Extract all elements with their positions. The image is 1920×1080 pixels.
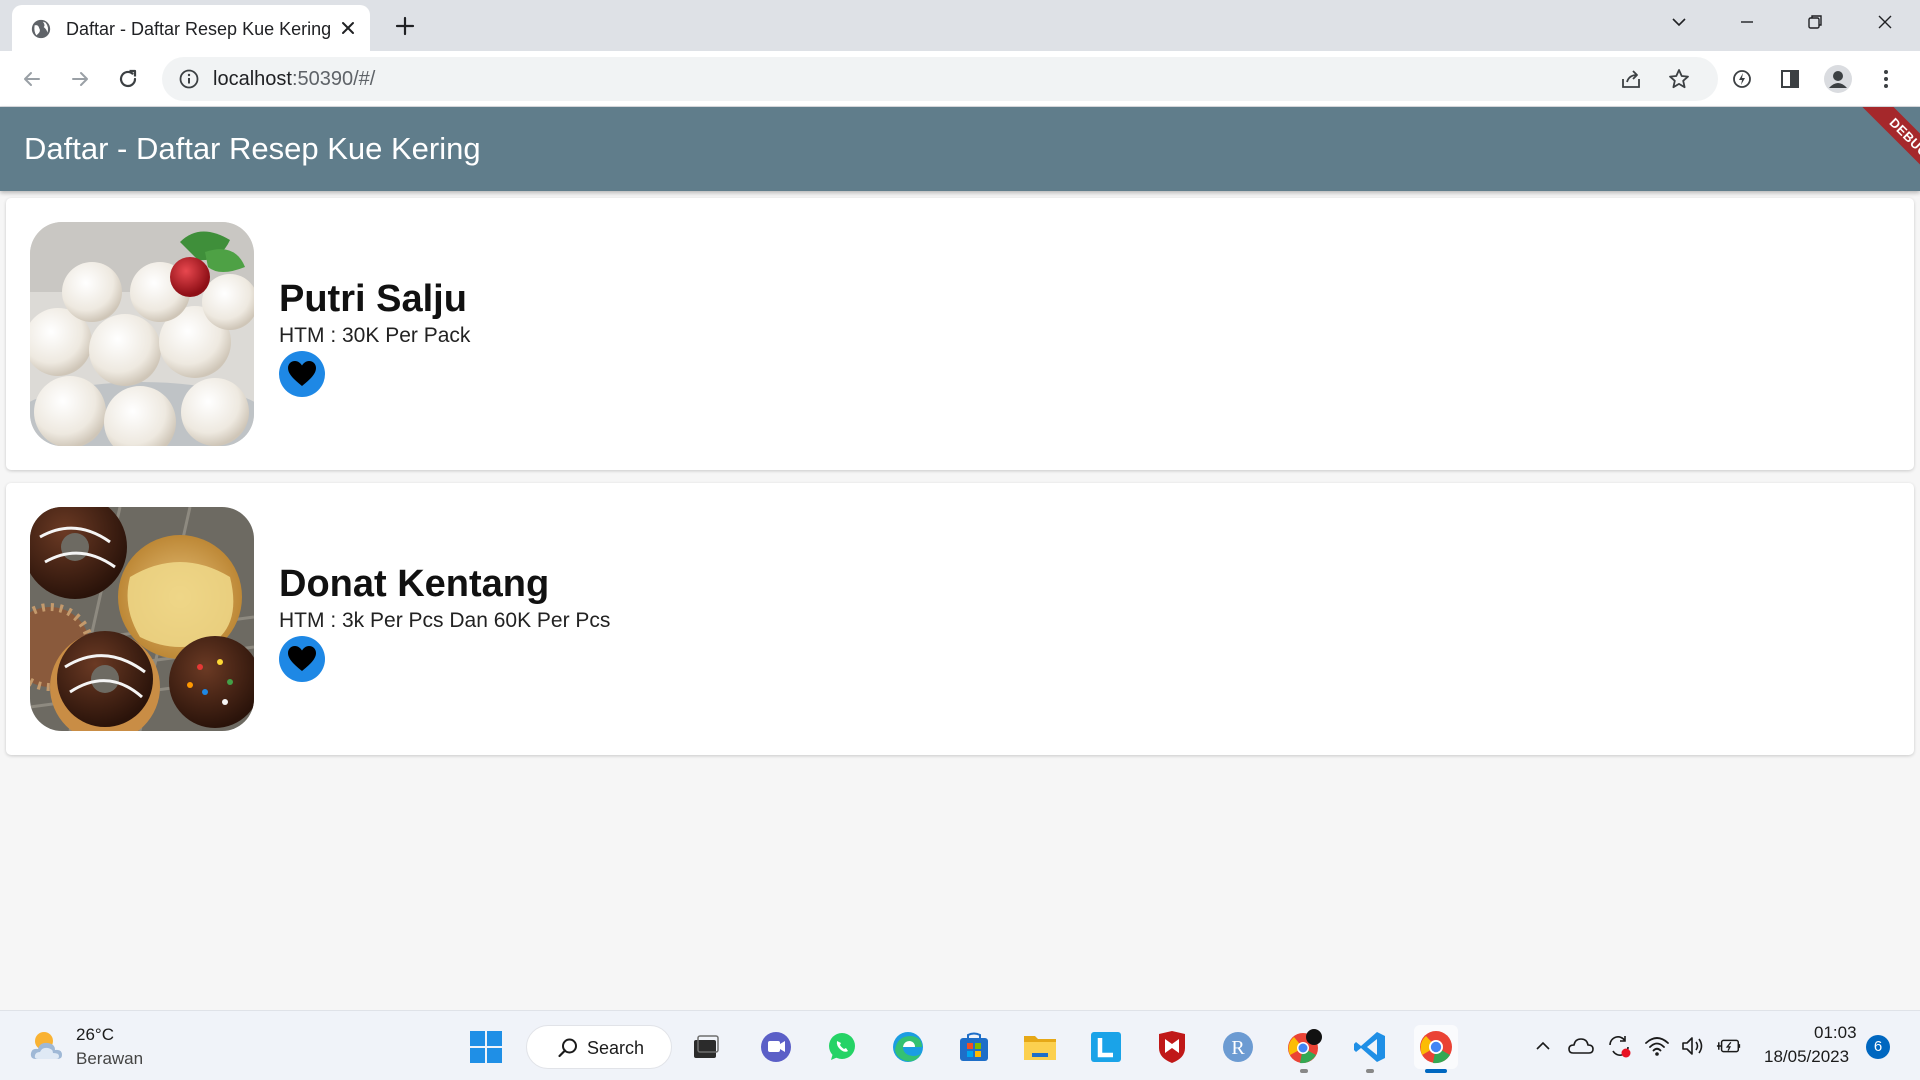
url-text[interactable]: localhost:50390/#/ bbox=[213, 68, 375, 91]
edge-icon bbox=[893, 1032, 923, 1062]
mcafee-shield-icon bbox=[1159, 1031, 1185, 1063]
volume-icon[interactable] bbox=[1680, 1033, 1706, 1059]
recipe-card[interactable]: Donat Kentang HTM : 3k Per Pcs Dan 60K P… bbox=[6, 483, 1914, 755]
globe-icon bbox=[31, 19, 51, 39]
close-icon[interactable] bbox=[338, 18, 358, 38]
heart-icon bbox=[288, 646, 316, 671]
windows-logo-icon bbox=[470, 1031, 502, 1063]
restore-icon[interactable] bbox=[1798, 9, 1832, 35]
weather-temperature: 26°C bbox=[76, 1025, 114, 1044]
side-panel-icon[interactable] bbox=[1774, 63, 1806, 95]
reload-icon[interactable] bbox=[112, 63, 144, 95]
clock-date: 18/05/2023 bbox=[1764, 1047, 1850, 1066]
search-label: Search bbox=[587, 1038, 645, 1058]
close-window-icon[interactable] bbox=[1868, 9, 1902, 35]
favorite-button[interactable] bbox=[279, 351, 325, 397]
notification-badge[interactable]: 6 bbox=[1866, 1035, 1890, 1059]
forward-arrow-icon[interactable] bbox=[64, 63, 96, 95]
bookmark-star-icon[interactable] bbox=[1666, 66, 1692, 92]
taskbar-search[interactable]: Search bbox=[526, 1025, 672, 1069]
vscode-icon bbox=[1354, 1032, 1385, 1062]
browser-tab-strip: Daftar - Daftar Resep Kue Kering bbox=[0, 0, 1920, 51]
start-button[interactable] bbox=[464, 1025, 508, 1069]
back-arrow-icon[interactable] bbox=[16, 63, 48, 95]
sync-icon[interactable] bbox=[1606, 1033, 1632, 1059]
share-icon[interactable] bbox=[1618, 66, 1644, 92]
edge-app[interactable] bbox=[886, 1025, 930, 1069]
teams-chat-app[interactable] bbox=[754, 1025, 798, 1069]
onedrive-cloud-icon[interactable] bbox=[1568, 1033, 1594, 1059]
potato-donuts-photo bbox=[30, 507, 254, 731]
performance-icon[interactable] bbox=[1726, 63, 1758, 95]
chrome-profile-icon bbox=[1288, 1029, 1322, 1064]
mcafee-app[interactable] bbox=[1150, 1025, 1194, 1069]
folder-icon bbox=[1024, 1036, 1056, 1060]
microsoft-store-app[interactable] bbox=[952, 1025, 996, 1069]
chrome-app[interactable] bbox=[1414, 1025, 1458, 1073]
wifi-icon[interactable] bbox=[1644, 1033, 1670, 1059]
url-host: localhost bbox=[213, 68, 292, 90]
new-tab-plus-icon[interactable] bbox=[392, 13, 418, 39]
weather-description: Berawan bbox=[76, 1049, 144, 1068]
store-icon bbox=[960, 1032, 988, 1061]
recipe-name: Putri Salju bbox=[279, 278, 467, 320]
lens-app[interactable] bbox=[1084, 1025, 1128, 1069]
file-explorer-app[interactable] bbox=[1018, 1025, 1062, 1069]
search-icon bbox=[558, 1038, 577, 1058]
running-indicator bbox=[1366, 1069, 1374, 1073]
debug-banner: DEBUG bbox=[1855, 107, 1920, 191]
favorite-button[interactable] bbox=[279, 636, 325, 682]
heart-icon bbox=[288, 361, 316, 386]
recipe-price: HTM : 3k Per Pcs Dan 60K Per Pcs bbox=[279, 609, 611, 632]
teams-chat-icon bbox=[761, 1032, 791, 1062]
r-app[interactable]: R bbox=[1216, 1025, 1260, 1069]
taskbar: 26°C Berawan Search R 01:03 18/05/2023 6 bbox=[0, 1010, 1920, 1080]
tab-title: Daftar - Daftar Resep Kue Kering bbox=[66, 19, 332, 39]
show-hidden-icons-chevron-icon[interactable] bbox=[1530, 1033, 1556, 1059]
running-indicator bbox=[1300, 1069, 1308, 1073]
tab-search-chevron-icon[interactable] bbox=[1662, 9, 1696, 35]
svg-text:R: R bbox=[1231, 1037, 1245, 1059]
more-menu-icon[interactable] bbox=[1870, 63, 1902, 95]
active-indicator bbox=[1425, 1069, 1447, 1073]
chrome-icon bbox=[1420, 1031, 1452, 1064]
partly-cloudy-icon bbox=[30, 1032, 62, 1059]
task-view-icon bbox=[694, 1035, 719, 1058]
url-path: :50390/#/ bbox=[291, 68, 376, 90]
browser-toolbar: localhost:50390/#/ bbox=[0, 51, 1920, 107]
profile-avatar-icon[interactable] bbox=[1822, 63, 1854, 95]
site-info-icon[interactable] bbox=[178, 68, 200, 90]
address-bar[interactable]: localhost:50390/#/ bbox=[162, 57, 1718, 101]
recipe-card[interactable]: Putri Salju HTM : 30K Per Pack bbox=[6, 198, 1914, 470]
page-title: Daftar - Daftar Resep Kue Kering bbox=[24, 131, 481, 166]
vscode-app[interactable] bbox=[1348, 1025, 1392, 1073]
app-bar: Daftar - Daftar Resep Kue Kering DEBUG bbox=[0, 107, 1920, 191]
whatsapp-icon bbox=[829, 1033, 855, 1060]
clock-time: 01:03 bbox=[1814, 1023, 1857, 1042]
r-app-icon: R bbox=[1223, 1032, 1253, 1062]
whatsapp-app[interactable] bbox=[820, 1025, 864, 1069]
l-app-icon bbox=[1091, 1032, 1121, 1062]
task-view-button[interactable] bbox=[684, 1025, 728, 1069]
recipe-price: HTM : 30K Per Pack bbox=[279, 324, 471, 347]
snowball-cookies-photo bbox=[30, 222, 254, 446]
minimize-icon[interactable] bbox=[1730, 9, 1764, 35]
chrome-profile-app[interactable] bbox=[1282, 1025, 1326, 1073]
recipe-name: Donat Kentang bbox=[279, 563, 550, 605]
battery-charging-icon[interactable] bbox=[1716, 1033, 1742, 1059]
browser-tab[interactable]: Daftar - Daftar Resep Kue Kering bbox=[12, 5, 370, 51]
